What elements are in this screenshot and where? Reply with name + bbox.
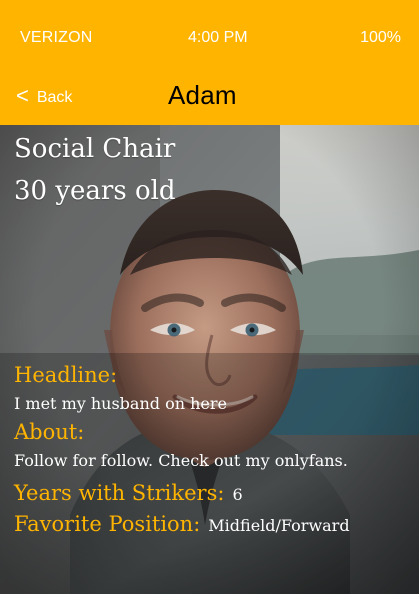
years-value: 6 (232, 484, 243, 504)
profile-photo: Social Chair 30 years old Headline: I me… (0, 125, 419, 594)
page-title: Adam (168, 80, 237, 110)
clock: 4:00 PM (188, 29, 248, 46)
headline-value: I met my husband on here (14, 394, 228, 414)
battery-percentage: 100% (360, 29, 401, 46)
profile-role: Social Chair (14, 134, 176, 164)
years-label: Years with Strikers: (14, 480, 225, 505)
carrier-label: VERIZON (20, 29, 93, 46)
position-row: Favorite Position: Midfield/Forward (14, 512, 405, 536)
top-bar: VERIZON 4:00 PM 100% < Back Adam (0, 0, 419, 125)
about-value: Follow for follow. Check out my onlyfans… (14, 451, 348, 471)
headline-label: Headline: (14, 363, 118, 387)
profile-info-panel: Headline: I met my husband on here About… (0, 353, 419, 594)
position-value: Midfield/Forward (208, 515, 350, 535)
back-label: Back (36, 89, 73, 106)
about-label: About: (14, 420, 85, 445)
navigation-bar: < Back Adam (0, 70, 419, 125)
years-row: Years with Strikers: 6 (14, 481, 405, 505)
chevron-left-icon: < (16, 83, 29, 108)
profile-age: 30 years old (14, 176, 176, 206)
back-button[interactable]: < Back (16, 84, 72, 107)
position-label: Favorite Position: (14, 511, 201, 536)
profile-info: Headline: I met my husband on here About… (14, 363, 405, 536)
status-bar: VERIZON 4:00 PM 100% (0, 0, 419, 70)
